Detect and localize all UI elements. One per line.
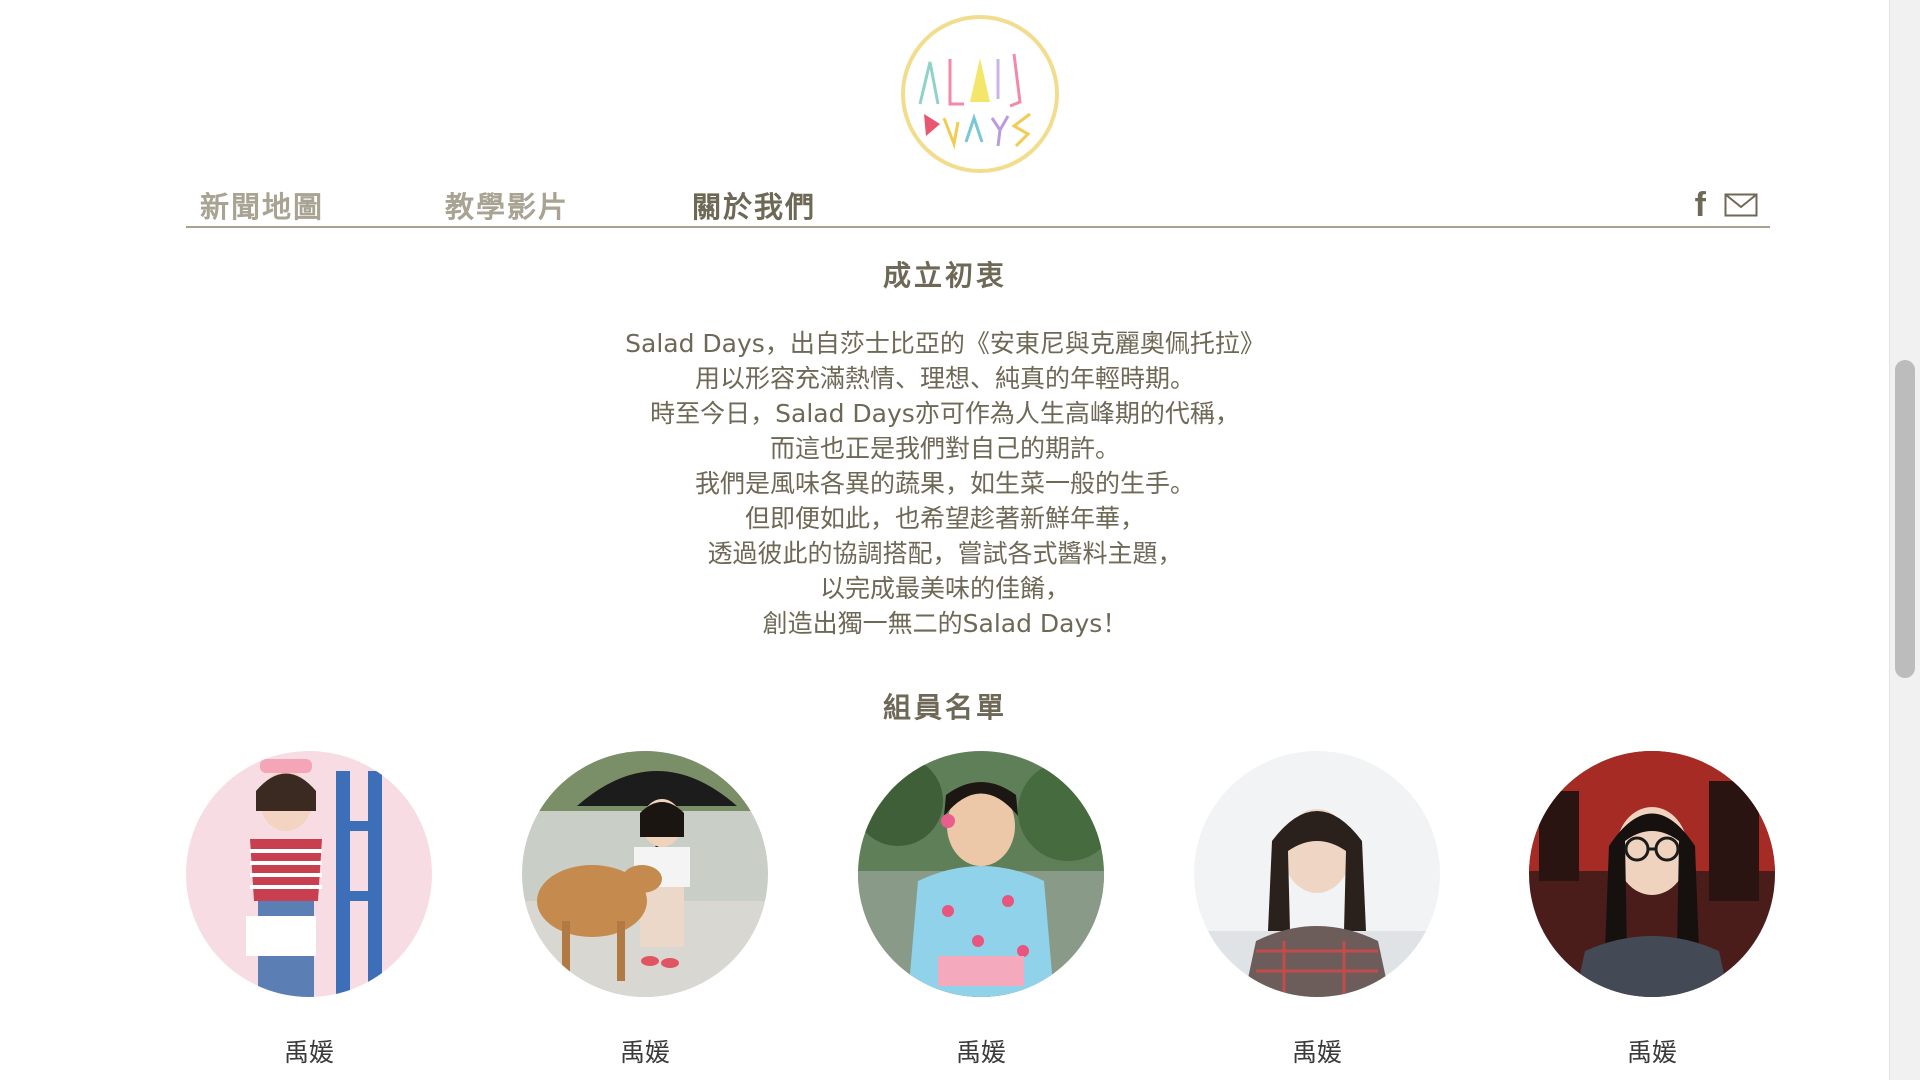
about-line: 透過彼此的協調搭配，嘗試各式醬料主題，: [707, 539, 1183, 568]
member-name: 禹媛: [955, 1038, 1006, 1067]
about-paragraph: Salad Days，出自莎士比亞的《安東尼與克麗奧佩托拉》 用以形容充滿熱情、…: [0, 326, 1890, 641]
social-links: f: [1695, 188, 1758, 222]
mail-icon[interactable]: [1724, 193, 1758, 217]
member-card: 禹媛: [522, 751, 768, 1069]
nav-item-news-map[interactable]: 新聞地圖: [200, 184, 324, 226]
member-photo: [858, 751, 1104, 997]
members-section-title: 組員名單: [882, 691, 1007, 724]
member-photo: [522, 751, 768, 997]
about-section-title: 成立初衷: [882, 259, 1007, 292]
member-photo: [186, 751, 432, 997]
member-card: 禹媛: [186, 751, 432, 1069]
nav-item-tutorial-videos[interactable]: 教學影片: [445, 184, 569, 226]
scrollbar-track[interactable]: [1889, 0, 1920, 1080]
nav-item-about-us[interactable]: 關於我們: [692, 184, 816, 226]
main-nav: 新聞地圖 教學影片 關於我們 f: [186, 180, 1770, 228]
member-name: 禹媛: [283, 1038, 334, 1067]
facebook-icon[interactable]: f: [1695, 188, 1706, 222]
member-name: 禹媛: [619, 1038, 670, 1067]
member-name: 禹媛: [1626, 1038, 1677, 1067]
about-line: 但即便如此，也希望趁著新鮮年華，: [744, 504, 1145, 533]
member-card: 禹媛: [858, 751, 1104, 1069]
about-line: 創造出獨一無二的Salad Days！: [762, 609, 1128, 638]
member-photo: [1529, 751, 1775, 997]
about-line: Salad Days，出自莎士比亞的《安東尼與克麗奧佩托拉》: [625, 329, 1265, 358]
member-card: 禹媛: [1194, 751, 1440, 1069]
about-line: 而這也正是我們對自己的期許。: [769, 434, 1120, 463]
salad-days-logo[interactable]: [900, 14, 1060, 174]
about-line: 以完成最美味的佳餚，: [819, 574, 1070, 603]
member-photo: [1194, 751, 1440, 997]
scrollbar-thumb[interactable]: [1895, 360, 1915, 678]
about-line: 時至今日，Salad Days亦可作為人生高峰期的代稱，: [650, 399, 1240, 428]
about-page: 新聞地圖 教學影片 關於我們 f 成立初衷 Salad Days，出自莎士比亞的…: [0, 0, 1920, 1080]
about-line: 用以形容充滿熱情、理想、純真的年輕時期。: [694, 364, 1195, 393]
member-card: 禹媛: [1529, 751, 1775, 1069]
about-line: 我們是風味各異的蔬果，如生菜一般的生手。: [694, 469, 1195, 498]
member-name: 禹媛: [1291, 1038, 1342, 1067]
